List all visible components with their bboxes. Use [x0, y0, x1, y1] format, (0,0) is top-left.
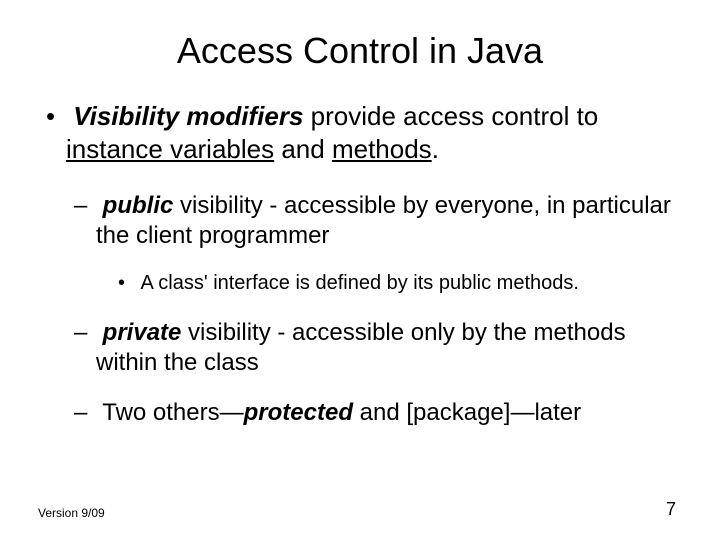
methods-term: methods [332, 134, 432, 164]
text-fragment: . [432, 134, 439, 164]
dash-icon: – [74, 398, 96, 428]
dash-icon: – [74, 191, 96, 221]
public-keyword: public [103, 192, 174, 219]
text-fragment: A class' interface is defined by its pub… [140, 272, 579, 294]
text-fragment: visibility - accessible by everyone, in … [96, 192, 671, 249]
bullet-level3-interface: • A class' interface is defined by its p… [136, 271, 680, 296]
slide-title: Access Control in Java [40, 30, 680, 72]
protected-keyword: protected [244, 399, 353, 426]
text-fragment: provide access control to [303, 101, 598, 131]
bullet-dot-icon: • [118, 271, 136, 296]
version-label: Version 9/09 [38, 506, 105, 520]
visibility-modifiers-term: Visibility modifiers [73, 101, 303, 131]
text-fragment: Two others— [102, 399, 243, 426]
text-fragment: and [274, 134, 332, 164]
bullet-level2-private: – private visibility - accessible only b… [96, 318, 680, 378]
instance-variables-term: instance variables [66, 134, 274, 164]
page-number: 7 [666, 499, 676, 520]
dash-icon: – [74, 318, 96, 348]
bullet-level2-public: – public visibility - accessible by ever… [96, 191, 680, 251]
bullet-dot-icon: • [46, 100, 66, 133]
text-fragment: and [package]—later [353, 399, 581, 426]
private-keyword: private [103, 319, 182, 346]
bullet-level2-others: – Two others—protected and [package]—lat… [96, 398, 680, 428]
slide: Access Control in Java • Visibility modi… [0, 0, 720, 540]
bullet-level1: • Visibility modifiers provide access co… [66, 100, 680, 165]
